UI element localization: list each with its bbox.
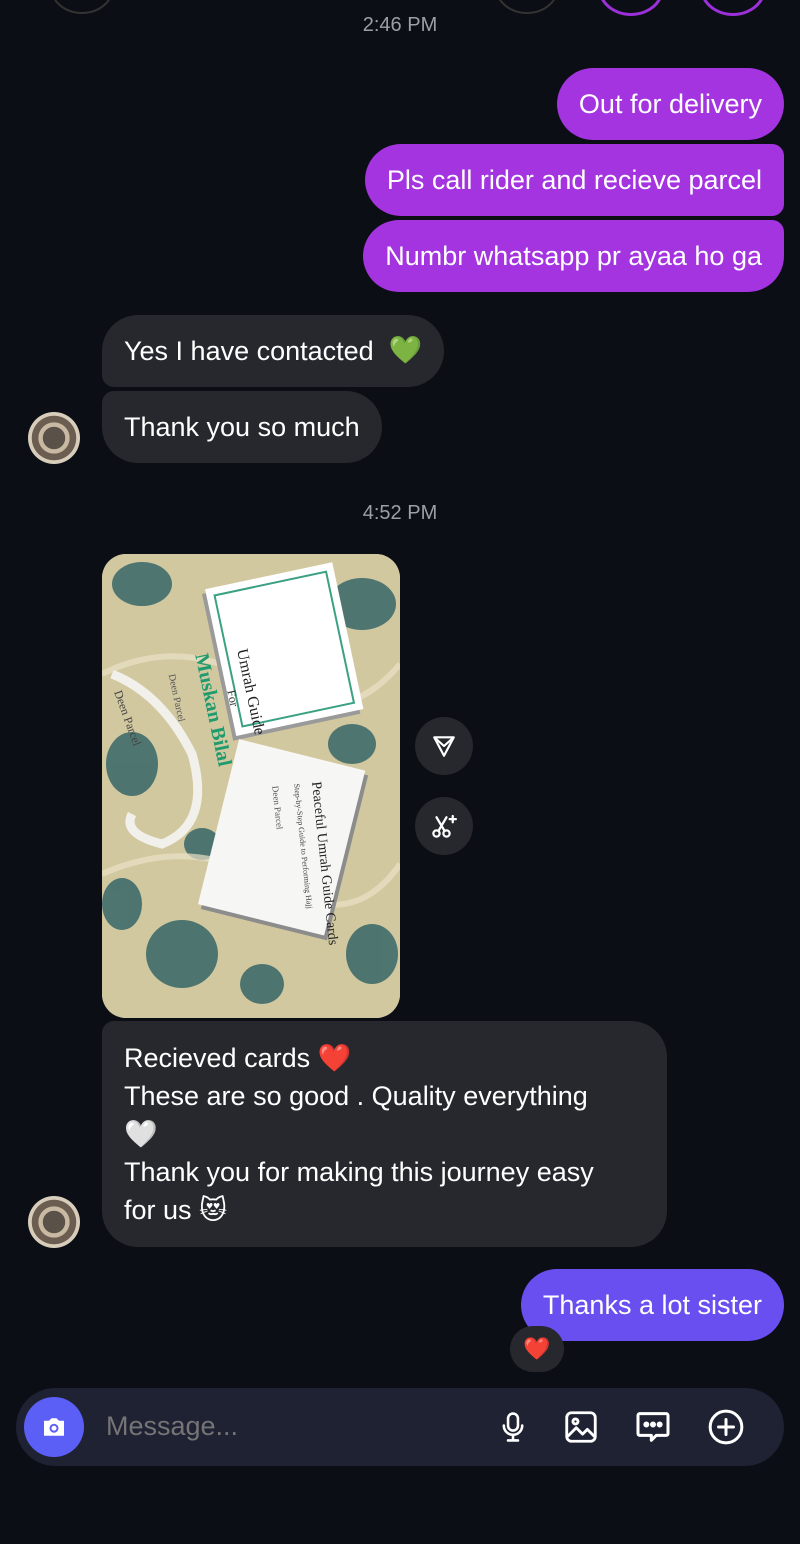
story-circle bbox=[495, 0, 559, 14]
avatar[interactable] bbox=[28, 412, 80, 464]
message-text: Pls call rider and recieve parcel bbox=[386, 165, 762, 195]
microphone-icon bbox=[502, 1412, 524, 1442]
heart-reaction-icon: ❤️ bbox=[523, 1336, 551, 1361]
reaction-badge[interactable]: ❤️ bbox=[510, 1326, 564, 1372]
photo-image: Deen Parcel Umrah Guide For Muskan Bilal… bbox=[102, 554, 400, 1018]
message-text: Yes I have contacted bbox=[124, 336, 374, 366]
message-text: Thanks a lot sister bbox=[542, 1290, 762, 1320]
message-text: for us bbox=[124, 1195, 192, 1225]
photo-message[interactable]: Deen Parcel Umrah Guide For Muskan Bilal… bbox=[102, 554, 400, 1018]
incoming-message[interactable]: Thank you so much bbox=[102, 391, 382, 463]
outgoing-message[interactable]: Thanks a lot sister bbox=[520, 1269, 784, 1341]
outgoing-message[interactable]: Out for delivery bbox=[556, 68, 784, 140]
gallery-icon bbox=[565, 1411, 597, 1443]
avatar[interactable] bbox=[28, 1196, 80, 1248]
incoming-message[interactable]: Recieved cards ❤️ These are so good . Qu… bbox=[102, 1021, 667, 1247]
sticker-button[interactable] bbox=[631, 1405, 675, 1449]
green-heart-emoji: 💚 bbox=[388, 335, 423, 366]
outgoing-message[interactable]: Pls call rider and recieve parcel bbox=[364, 144, 784, 216]
share-button[interactable] bbox=[415, 717, 473, 775]
incoming-message[interactable]: Yes I have contacted 💚 bbox=[102, 315, 445, 387]
message-text: Thank you so much bbox=[124, 412, 360, 442]
ai-remix-button[interactable] bbox=[415, 797, 473, 855]
ai-sparkle-icon bbox=[432, 814, 457, 838]
message-input[interactable] bbox=[104, 1410, 488, 1443]
message-text: These are so good . Quality everything bbox=[124, 1081, 588, 1111]
camera-button[interactable] bbox=[24, 1397, 84, 1457]
story-circle bbox=[50, 0, 114, 14]
gallery-button[interactable] bbox=[559, 1405, 603, 1449]
add-circle-icon bbox=[708, 1409, 744, 1445]
camera-icon bbox=[44, 1418, 64, 1436]
message-text: Thank you for making this journey easy bbox=[124, 1157, 594, 1187]
heart-emoji: ❤️ bbox=[317, 1043, 352, 1073]
message-text: Numbr whatsapp pr ayaa ho ga bbox=[385, 241, 762, 271]
message-composer bbox=[16, 1388, 784, 1466]
heart-eyes-cat-emoji: 😻 bbox=[199, 1195, 228, 1225]
sticker-chat-icon bbox=[636, 1412, 670, 1442]
white-heart-emoji: 🤍 bbox=[124, 1119, 158, 1149]
timestamp: 4:52 PM bbox=[362, 502, 438, 524]
outgoing-message[interactable]: Numbr whatsapp pr ayaa ho ga bbox=[363, 220, 784, 292]
microphone-button[interactable] bbox=[491, 1405, 535, 1449]
message-text: Out for delivery bbox=[578, 89, 762, 119]
message-text: Recieved cards bbox=[124, 1043, 311, 1073]
timestamp: 2:46 PM bbox=[362, 14, 438, 36]
add-button[interactable] bbox=[704, 1405, 748, 1449]
send-icon bbox=[433, 736, 455, 757]
